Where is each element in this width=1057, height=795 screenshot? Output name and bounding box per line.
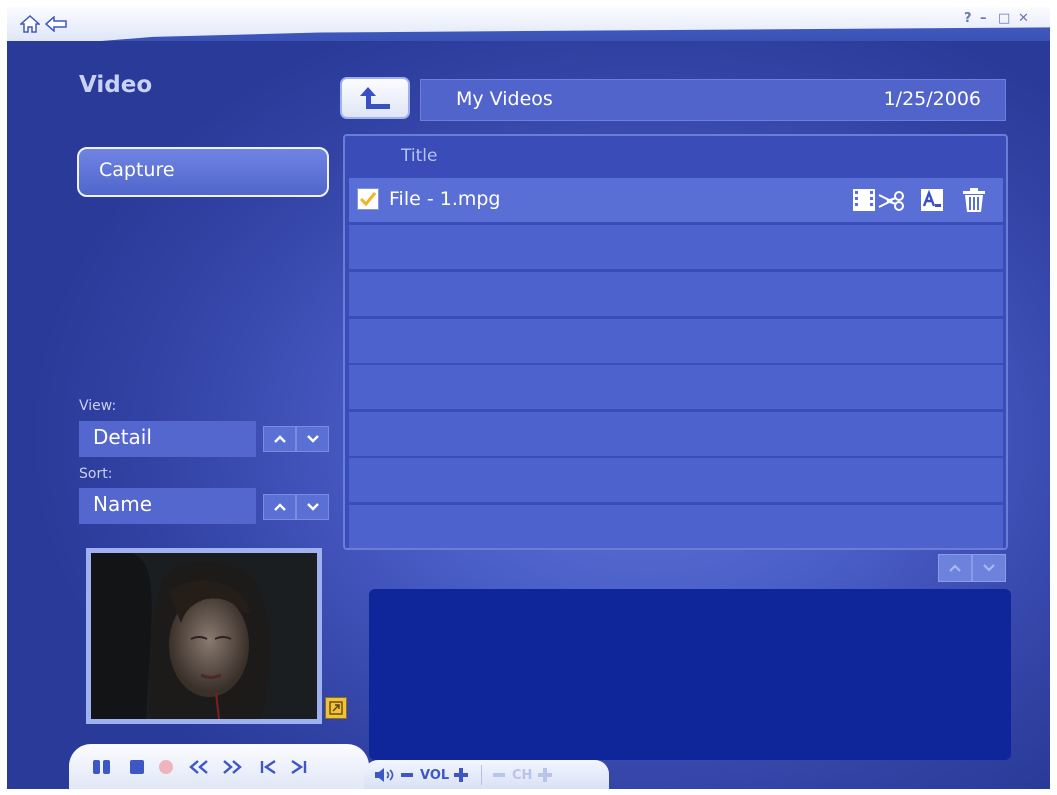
path-bar: My Videos 1/25/2006 [420, 79, 1006, 121]
pause-icon [93, 760, 110, 774]
scroll-up-button[interactable] [938, 554, 972, 582]
next-button[interactable] [287, 758, 309, 776]
speaker-icon [375, 768, 394, 782]
expand-preview-button[interactable] [325, 697, 347, 719]
volume-down-button[interactable] [400, 768, 414, 782]
minus-icon [401, 773, 413, 777]
details-panel [369, 589, 1011, 760]
divider [481, 765, 482, 785]
fullscreen-icon [329, 701, 343, 715]
mute-button[interactable] [372, 766, 396, 784]
fast-forward-icon [223, 760, 242, 774]
rename-button[interactable] [919, 186, 945, 214]
media-app-window: ? – □ ✕ Video Capture View: Detail Sort:… [7, 7, 1050, 789]
view-select[interactable]: Detail [79, 421, 256, 457]
minus-icon [493, 773, 505, 777]
sort-down-button[interactable] [296, 494, 329, 520]
scroll-down-button[interactable] [972, 554, 1006, 582]
rename-icon [921, 189, 943, 211]
trim-video-button[interactable] [849, 186, 911, 214]
column-header-title[interactable]: Title [401, 146, 437, 166]
list-row-empty [349, 365, 1003, 409]
view-arrows [263, 426, 329, 452]
file-checkbox[interactable] [357, 188, 379, 210]
plus-icon [538, 768, 552, 782]
chevron-up-icon [273, 435, 286, 443]
volume-up-button[interactable] [452, 766, 470, 784]
record-button[interactable] [156, 758, 176, 776]
help-button[interactable]: ? [964, 11, 972, 26]
trash-icon [963, 188, 985, 212]
channel-up-button[interactable] [536, 766, 554, 784]
volume-channel-bar: VOL CH [364, 760, 609, 789]
current-folder: My Videos [456, 88, 553, 110]
stop-button[interactable] [127, 758, 147, 776]
view-label: View: [79, 398, 117, 414]
folder-date: 1/25/2006 [883, 88, 981, 110]
film-scissors-icon [853, 189, 904, 211]
checkmark-icon [359, 192, 377, 207]
list-scroll-arrows [938, 554, 1006, 582]
fast-forward-button[interactable] [219, 758, 245, 776]
view-up-button[interactable] [263, 426, 296, 452]
channel-label: CH [512, 768, 533, 783]
sort-arrows [263, 494, 329, 520]
back-icon[interactable] [45, 14, 67, 34]
list-row-empty [349, 505, 1003, 548]
list-row-empty [349, 272, 1003, 316]
rewind-icon [189, 760, 208, 774]
close-button[interactable]: ✕ [1018, 11, 1029, 26]
rewind-button[interactable] [186, 758, 212, 776]
skip-back-icon [260, 760, 276, 774]
list-row-empty [349, 319, 1003, 363]
minimize-button[interactable]: – [980, 11, 987, 26]
transport-bar [69, 744, 369, 789]
video-preview[interactable] [86, 548, 322, 724]
channel-down-button[interactable] [492, 768, 506, 782]
up-arrow-icon [360, 87, 390, 109]
list-row-empty [349, 412, 1003, 456]
video-thumbnail [91, 553, 317, 719]
file-name: File - 1.mpg [389, 188, 501, 210]
file-list: Title File - 1.mpg [343, 134, 1008, 550]
chevron-down-icon [983, 564, 995, 572]
plus-icon [454, 768, 468, 782]
record-icon [159, 760, 173, 774]
list-row-empty [349, 458, 1003, 502]
chevron-down-icon [306, 435, 319, 443]
sort-label: Sort: [79, 466, 113, 482]
folder-up-button[interactable] [340, 77, 410, 119]
sort-select[interactable]: Name [79, 488, 256, 524]
volume-label: VOL [420, 768, 450, 783]
list-row-empty [349, 225, 1003, 269]
chevron-up-icon [273, 503, 286, 511]
previous-button[interactable] [258, 758, 280, 776]
file-row[interactable]: File - 1.mpg [349, 178, 1003, 222]
delete-button[interactable] [959, 186, 989, 214]
section-title: Video [79, 72, 153, 98]
chevron-up-icon [949, 564, 961, 572]
maximize-button[interactable]: □ [998, 11, 1010, 26]
home-icon[interactable] [19, 14, 41, 34]
pause-button[interactable] [91, 758, 113, 776]
stop-icon [130, 760, 144, 774]
capture-button[interactable]: Capture [77, 147, 329, 197]
sort-up-button[interactable] [263, 494, 296, 520]
view-down-button[interactable] [296, 426, 329, 452]
chevron-down-icon [306, 503, 319, 511]
skip-forward-icon [291, 760, 307, 774]
